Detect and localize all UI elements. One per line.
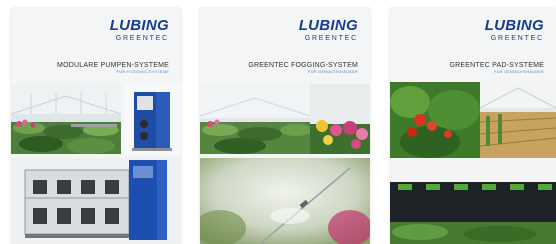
brochure-subtitle: FÜR GEWÄCHSHÄUSER bbox=[493, 69, 544, 75]
flowers-photo bbox=[310, 84, 370, 154]
brochure-subtitle: FÜR FOGGING-SYSTEME bbox=[116, 69, 169, 75]
brochure-title-block: MODULARE PUMPEN-SYSTEME FÜR FOGGING-SYST… bbox=[57, 62, 169, 75]
brochure-subtitle: FÜR GEWÄCHSHÄUSER bbox=[307, 69, 358, 75]
greenhouse-rows-photo bbox=[480, 82, 556, 158]
brochure-title-block: GREENTEC FOGGING-SYSTEM FÜR GEWÄCHSHÄUSE… bbox=[248, 62, 358, 75]
brochure-card-fogging-system[interactable]: LUBING GREENTEC GREENTEC FOGGING-SYSTEM … bbox=[200, 8, 370, 244]
brochure-card-pump-systems[interactable]: LUBING GREENTEC MODULARE PUMPEN-SYSTEME … bbox=[11, 8, 181, 244]
pump-rack-photo bbox=[11, 158, 181, 244]
lubing-greentec-logo: LUBING GREENTEC bbox=[484, 17, 544, 42]
lubing-greentec-logo: LUBING GREENTEC bbox=[298, 17, 358, 42]
greenhouse-photo bbox=[11, 84, 121, 154]
lubing-greentec-logo: LUBING GREENTEC bbox=[109, 17, 169, 42]
brochure-card-pad-systems[interactable]: LUBING GREENTEC GREENTEC PAD-SYSTEME FÜR… bbox=[390, 8, 556, 244]
tomato-plants-photo bbox=[390, 82, 480, 158]
fog-nozzle-photo bbox=[200, 158, 370, 244]
pump-cabinet-photo bbox=[124, 84, 181, 154]
brochure-title-block: GREENTEC PAD-SYSTEME FÜR GEWÄCHSHÄUSER bbox=[450, 62, 545, 75]
greenhouse-photo bbox=[200, 84, 310, 154]
cooling-pad-photo bbox=[390, 158, 556, 244]
